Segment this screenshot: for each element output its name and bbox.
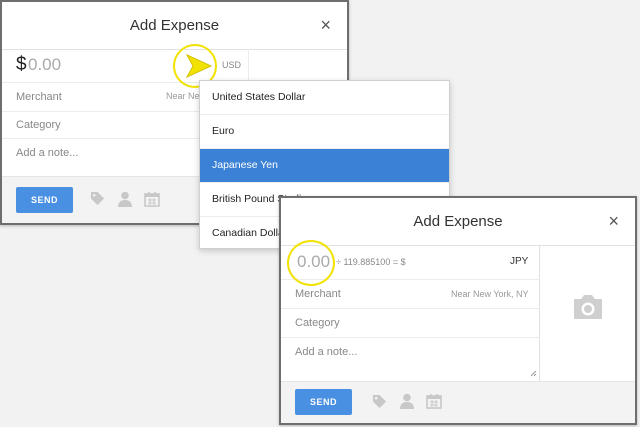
- currency-symbol: $: [16, 54, 27, 75]
- send-button[interactable]: SEND: [295, 389, 352, 415]
- resize-handle-icon[interactable]: [530, 368, 537, 380]
- dialog-title: Add Expense: [129, 17, 220, 34]
- person-icon[interactable]: [118, 191, 132, 212]
- add-expense-dialog-jpy: Add Expense × 0.00 ÷ 119.885100 = $ JPY …: [279, 196, 637, 425]
- person-icon[interactable]: [400, 393, 414, 414]
- dialog-header: Add Expense ×: [281, 198, 635, 246]
- dialog-header: Add Expense ×: [2, 2, 347, 50]
- category-label: Category: [16, 119, 61, 131]
- close-icon[interactable]: ×: [608, 198, 619, 245]
- currency-option-selected[interactable]: Japanese Yen: [200, 149, 449, 183]
- currency-option[interactable]: United States Dollar: [200, 81, 449, 115]
- pointer-arrow-icon: [186, 54, 212, 78]
- note-field[interactable]: Add a note...: [281, 338, 539, 381]
- currency-code[interactable]: USD: [222, 60, 241, 70]
- tag-icon[interactable]: [372, 394, 387, 414]
- tag-icon[interactable]: [90, 191, 105, 211]
- calendar-icon[interactable]: [426, 393, 442, 414]
- conversion-rate: ÷ 119.885100 = $: [336, 257, 406, 267]
- currency-option[interactable]: Euro: [200, 115, 449, 149]
- dialog-title: Add Expense: [413, 213, 503, 230]
- camera-icon[interactable]: [571, 293, 605, 326]
- send-button[interactable]: SEND: [16, 187, 73, 213]
- note-placeholder: Add a note...: [295, 346, 358, 358]
- close-icon[interactable]: ×: [320, 2, 331, 49]
- currency-code[interactable]: JPY: [510, 256, 528, 267]
- category-row[interactable]: Category: [281, 309, 539, 338]
- merchant-label: Merchant: [16, 91, 62, 103]
- dialog-footer: SEND: [281, 381, 635, 423]
- amount-input[interactable]: 0.00: [28, 55, 61, 75]
- merchant-label: Merchant: [295, 288, 341, 300]
- photo-area[interactable]: [539, 245, 635, 381]
- highlight-ring: [287, 240, 335, 286]
- note-placeholder: Add a note...: [16, 147, 79, 159]
- calendar-icon[interactable]: [144, 191, 160, 212]
- merchant-location: Near New York, NY: [451, 289, 529, 299]
- category-label: Category: [295, 317, 340, 329]
